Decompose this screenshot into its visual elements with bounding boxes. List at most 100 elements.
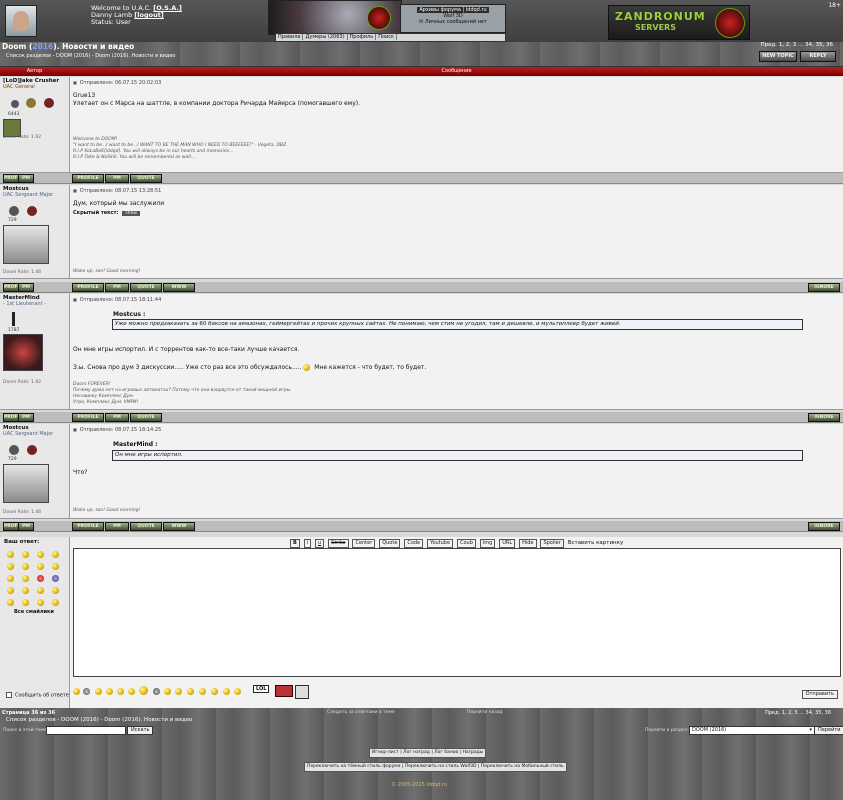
center-button[interactable]: Center bbox=[352, 539, 376, 548]
smiley-icon[interactable] bbox=[175, 688, 182, 695]
goto-select[interactable]: DOOM (2016) ▾ bbox=[689, 726, 815, 735]
quote-button[interactable]: QUOTE bbox=[130, 413, 162, 422]
smiley-icon[interactable] bbox=[52, 599, 59, 606]
bold-button[interactable]: B bbox=[290, 539, 300, 548]
reading-smiley-icon[interactable] bbox=[295, 685, 309, 699]
pm-button[interactable]: PM bbox=[18, 522, 34, 531]
smiley-icon[interactable] bbox=[139, 686, 148, 695]
smiley-icon[interactable] bbox=[37, 587, 44, 594]
smiley-icon[interactable] bbox=[7, 587, 14, 594]
smiley-icon[interactable] bbox=[95, 688, 102, 695]
smiley-icon[interactable] bbox=[52, 551, 59, 558]
pm-button[interactable]: PM bbox=[105, 283, 129, 292]
smiley-icon[interactable] bbox=[37, 599, 44, 606]
profile-button[interactable]: PROFILE bbox=[72, 283, 104, 292]
logout-link[interactable]: [logout] bbox=[134, 11, 164, 19]
nav-doomers[interactable]: Думеры (2063) bbox=[303, 34, 348, 40]
ignore-button[interactable]: IGNORE bbox=[808, 413, 840, 422]
quote-tag-button[interactable]: Quote bbox=[379, 539, 401, 548]
smiley-icon[interactable] bbox=[164, 688, 171, 695]
quote-button[interactable]: QUOTE bbox=[130, 522, 162, 531]
author-name[interactable]: Mostcus bbox=[0, 185, 69, 192]
smiley-icon[interactable] bbox=[37, 563, 44, 570]
smiley-icon[interactable] bbox=[83, 688, 90, 695]
smiley-icon[interactable] bbox=[22, 587, 29, 594]
show-hidden-button[interactable]: show bbox=[122, 211, 141, 216]
coub-button[interactable]: Coub bbox=[456, 539, 476, 548]
profile-button[interactable]: PROFILE bbox=[72, 413, 104, 422]
prev-topic-link[interactable]: Перейти назад bbox=[467, 710, 503, 715]
profile-button[interactable]: PROFILE bbox=[3, 522, 19, 531]
topic-search-input[interactable] bbox=[46, 726, 126, 735]
url-button[interactable]: URL bbox=[499, 539, 516, 548]
italic-button[interactable]: i bbox=[303, 539, 312, 548]
smiley-icon[interactable] bbox=[211, 688, 218, 695]
smiley-icon[interactable] bbox=[73, 688, 80, 695]
smiley-icon[interactable] bbox=[37, 551, 44, 558]
goto-button[interactable]: Перейти bbox=[814, 726, 843, 735]
new-topic-button[interactable]: NEW TOPIC bbox=[759, 51, 797, 62]
smiley-icon[interactable] bbox=[153, 688, 160, 695]
author-name[interactable]: Mostcus bbox=[0, 424, 69, 431]
zandronum-banner[interactable]: ZANDRONUM SERVERS bbox=[608, 5, 750, 40]
quote-button[interactable]: QUOTE bbox=[130, 174, 162, 183]
smiley-icon[interactable] bbox=[223, 688, 230, 695]
pagination[interactable]: Пред. 1, 2, 3 ... 34, 35, 36 bbox=[760, 42, 833, 48]
smiley-icon[interactable] bbox=[234, 688, 241, 695]
pm-button[interactable]: PM bbox=[105, 522, 129, 531]
smiley-icon[interactable] bbox=[52, 563, 59, 570]
strike-button[interactable]: Strike bbox=[328, 539, 349, 548]
smiley-icon[interactable] bbox=[52, 575, 59, 582]
left-banner[interactable] bbox=[268, 0, 402, 35]
insert-picture-link[interactable]: Вставить картинку bbox=[568, 540, 624, 546]
author-name[interactable]: [LoD]Jake Crusher bbox=[0, 77, 69, 84]
smiley-icon[interactable] bbox=[128, 688, 135, 695]
breadcrumb[interactable]: Список разделов - DOOM (2016) - Doom (20… bbox=[6, 53, 175, 59]
lol-smiley[interactable]: LOL bbox=[253, 685, 270, 693]
ignore-button[interactable]: IGNORE bbox=[808, 283, 840, 292]
send-button[interactable]: Отправить bbox=[801, 690, 838, 699]
track-topic-link[interactable]: Следить за ответами в теме bbox=[327, 710, 395, 715]
reply-button[interactable]: REPLY bbox=[800, 51, 836, 62]
ignore-button[interactable]: IGNORE bbox=[808, 522, 840, 531]
profile-button[interactable]: PROFILE bbox=[72, 522, 104, 531]
footer-pagination[interactable]: Пред. 1, 2, 3 ... 34, 35, 36 bbox=[765, 710, 831, 716]
spoiler-button[interactable]: Spoiler bbox=[540, 539, 564, 548]
notify-checkbox[interactable]: Сообщить об ответе bbox=[6, 692, 69, 699]
smiley-icon[interactable] bbox=[7, 551, 14, 558]
smiley-icon[interactable] bbox=[199, 688, 206, 695]
style-switcher[interactable]: Переключить на тёмный стиль форума | Пер… bbox=[304, 762, 567, 772]
profile-button[interactable]: PROFILE bbox=[3, 174, 19, 183]
nav-rules[interactable]: Правила bbox=[276, 34, 304, 40]
img-button[interactable]: Img bbox=[479, 539, 496, 548]
smiley-icon[interactable] bbox=[7, 563, 14, 570]
sign-smiley-icon[interactable] bbox=[275, 685, 293, 697]
code-button[interactable]: Code bbox=[404, 539, 424, 548]
nav-search[interactable]: Поиск bbox=[376, 34, 398, 40]
youtube-button[interactable]: Youtube bbox=[427, 539, 454, 548]
smiley-icon[interactable] bbox=[187, 688, 194, 695]
profile-button[interactable]: PROFILE bbox=[3, 283, 19, 292]
smiley-icon[interactable] bbox=[22, 575, 29, 582]
pm-button[interactable]: PM bbox=[18, 283, 34, 292]
pm-button[interactable]: PM bbox=[18, 413, 34, 422]
angry-smiley-icon[interactable] bbox=[37, 575, 44, 582]
user-avatar[interactable] bbox=[5, 5, 37, 37]
hide-button[interactable]: Hide bbox=[519, 539, 537, 548]
private-messages[interactable]: Личных сообщений нет bbox=[425, 19, 487, 25]
author-name[interactable]: MasterMind bbox=[0, 294, 69, 301]
profile-button[interactable]: PROFILE bbox=[72, 174, 104, 183]
reply-textarea[interactable] bbox=[73, 548, 841, 677]
smiley-icon[interactable] bbox=[22, 599, 29, 606]
profile-button[interactable]: PROFILE bbox=[3, 413, 19, 422]
footer-breadcrumb[interactable]: Список разделов - DOOM (2016) - Doom (20… bbox=[6, 717, 192, 723]
pm-button[interactable]: PM bbox=[105, 174, 129, 183]
smiley-icon[interactable] bbox=[106, 688, 113, 695]
footer-links[interactable]: Игнор-лист | Лог наград | Лог банов | На… bbox=[369, 748, 487, 758]
quote-button[interactable]: QUOTE bbox=[130, 283, 162, 292]
smiley-icon[interactable] bbox=[7, 599, 14, 606]
www-button[interactable]: WWW bbox=[163, 283, 195, 292]
pm-button[interactable]: PM bbox=[18, 174, 34, 183]
search-button[interactable]: Искать bbox=[127, 726, 154, 735]
all-smilies-link[interactable]: Все смайлики bbox=[14, 609, 54, 615]
